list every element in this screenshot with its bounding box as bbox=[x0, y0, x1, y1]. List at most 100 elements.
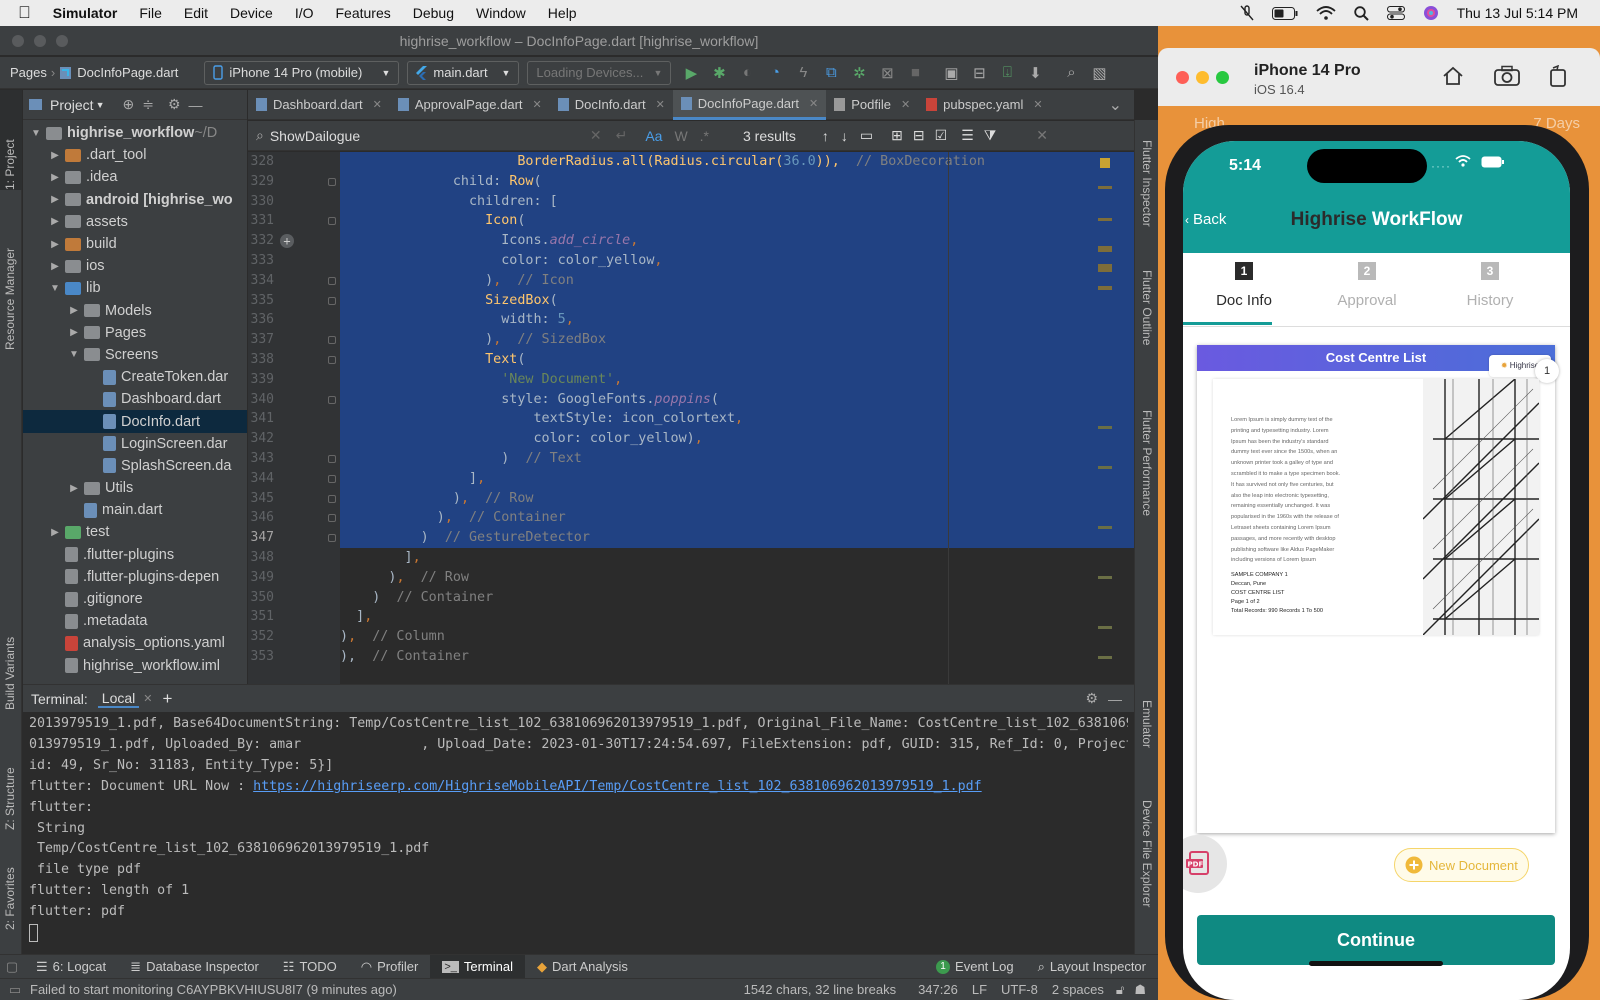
expanded-arrow-icon[interactable]: ▼ bbox=[29, 128, 43, 139]
clear-search-icon[interactable]: ✕ bbox=[590, 127, 602, 144]
run-config-selector[interactable]: main.dart ▼ bbox=[407, 60, 520, 85]
fold-marker-icon[interactable] bbox=[328, 217, 336, 226]
caret-position[interactable]: 347:26 bbox=[918, 982, 958, 997]
collapsed-arrow-icon[interactable]: ▶ bbox=[48, 172, 62, 183]
sync-gradle-icon[interactable]: ⊟ bbox=[967, 61, 991, 85]
hide-panel-icon[interactable]: — bbox=[189, 97, 203, 113]
project-tree-item[interactable]: ▶ Utils bbox=[23, 477, 247, 499]
simulator-minimize-button[interactable] bbox=[1196, 71, 1209, 84]
project-tree-item[interactable]: ▶ .dart_tool bbox=[23, 144, 247, 166]
pdf-button[interactable]: PDF bbox=[1183, 835, 1227, 893]
hot-restart-icon[interactable]: ⧉ bbox=[819, 61, 843, 85]
hide-panel-icon[interactable]: — bbox=[1108, 691, 1134, 707]
collapsed-arrow-icon[interactable]: ▶ bbox=[48, 194, 62, 205]
project-tree-item[interactable]: Dashboard.dart bbox=[23, 388, 247, 410]
project-tree-item[interactable]: ▼ lib bbox=[23, 277, 247, 299]
new-line-icon[interactable]: ↵ bbox=[616, 127, 628, 144]
home-indicator[interactable] bbox=[1309, 961, 1443, 966]
step-tab-history[interactable]: 3 History bbox=[1430, 262, 1550, 309]
menu-app-name[interactable]: Simulator bbox=[42, 5, 129, 21]
whole-words-toggle[interactable]: W bbox=[674, 128, 687, 144]
close-tab-icon[interactable]: ✕ bbox=[809, 97, 818, 110]
chevron-down-icon[interactable]: ▼ bbox=[96, 100, 105, 110]
gear-icon[interactable]: ⚙ bbox=[168, 96, 181, 113]
project-tree-item[interactable]: ▼ highrise_workflow ~/D bbox=[23, 122, 247, 144]
run-icon[interactable]: ▶ bbox=[679, 61, 703, 85]
select-all-occurrences-icon[interactable]: ☑ bbox=[935, 127, 948, 144]
expanded-arrow-icon[interactable]: ▼ bbox=[48, 283, 62, 294]
fold-marker-icon[interactable] bbox=[328, 514, 336, 523]
fold-marker-icon[interactable] bbox=[328, 296, 336, 305]
breadcrumb-pages[interactable]: Pages bbox=[0, 65, 47, 80]
menu-window[interactable]: Window bbox=[465, 5, 537, 21]
project-tree-item[interactable]: .gitignore bbox=[23, 588, 247, 610]
hot-reload-icon[interactable]: ϟ bbox=[791, 61, 815, 85]
terminal-tool-button[interactable]: >_ Terminal bbox=[430, 954, 525, 979]
logcat-tool-button[interactable]: ☰ 6: Logcat bbox=[24, 955, 118, 979]
flutter-outline-tool-button[interactable]: Flutter Outline bbox=[1140, 270, 1154, 345]
fold-marker-icon[interactable] bbox=[328, 177, 336, 186]
collapsed-arrow-icon[interactable]: ▶ bbox=[67, 305, 81, 316]
close-tab-icon[interactable]: ✕ bbox=[656, 98, 665, 111]
filter-icon[interactable]: ⧩ bbox=[984, 127, 997, 144]
maximize-window-button[interactable] bbox=[56, 35, 68, 47]
build-variants-tool-button[interactable]: Build Variants bbox=[3, 637, 17, 710]
editor-tab[interactable]: pubspec.yaml ✕ bbox=[918, 90, 1050, 120]
collapse-all-icon[interactable]: ≑ bbox=[142, 96, 154, 113]
pdf-preview[interactable]: Cost Centre List ✹ Highrise 1 Lorem Ipsu… bbox=[1197, 345, 1559, 833]
device-selector[interactable]: iPhone 14 Pro (mobile) ▼ bbox=[204, 60, 400, 85]
search-everywhere-icon[interactable]: ⌕ bbox=[1059, 61, 1083, 85]
project-tree-item[interactable]: ▶ Models bbox=[23, 300, 247, 322]
lock-icon[interactable]: 🔓︎ bbox=[1116, 982, 1124, 998]
device-file-explorer-tool-button[interactable]: Device File Explorer bbox=[1140, 800, 1154, 907]
collapsed-arrow-icon[interactable]: ▶ bbox=[48, 150, 62, 161]
wifi-icon[interactable] bbox=[1315, 6, 1336, 20]
project-tree-item[interactable]: ▶ Pages bbox=[23, 322, 247, 344]
event-log-tool-button[interactable]: 1 Event Log bbox=[924, 955, 1026, 979]
screenshot-icon[interactable] bbox=[1494, 65, 1520, 87]
project-tree-item[interactable]: ▶ android [highrise_wo bbox=[23, 189, 247, 211]
project-tree-item[interactable]: SplashScreen.da bbox=[23, 455, 247, 477]
new-terminal-icon[interactable]: + bbox=[162, 689, 172, 709]
fold-marker-icon[interactable] bbox=[328, 356, 336, 364]
project-tree-item[interactable]: main.dart bbox=[23, 499, 247, 521]
close-tab-icon[interactable]: ✕ bbox=[901, 98, 910, 111]
project-tree-item[interactable]: ▶ test bbox=[23, 521, 247, 543]
close-window-button[interactable] bbox=[12, 35, 24, 47]
debug-icon[interactable]: ✱ bbox=[707, 61, 731, 85]
simulator-close-button[interactable] bbox=[1176, 71, 1189, 84]
siri-icon[interactable] bbox=[1423, 5, 1439, 21]
project-tree-item[interactable]: .flutter-plugins-depen bbox=[23, 566, 247, 588]
editor-scrollbar-markers[interactable] bbox=[1098, 156, 1112, 680]
fold-marker-icon[interactable] bbox=[328, 474, 336, 483]
simulator-zoom-button[interactable] bbox=[1216, 71, 1229, 84]
line-separator[interactable]: LF bbox=[972, 982, 987, 997]
project-view-selector[interactable]: Project bbox=[50, 97, 94, 113]
structure-tool-button[interactable]: Z: Structure bbox=[3, 767, 17, 830]
fold-marker-icon[interactable] bbox=[328, 276, 336, 285]
todo-tool-button[interactable]: ☷ TODO bbox=[271, 955, 349, 979]
fold-marker-icon[interactable] bbox=[328, 455, 336, 463]
menu-edit[interactable]: Edit bbox=[173, 5, 219, 21]
profiler-tool-button[interactable]: ◠ Profiler bbox=[349, 955, 431, 979]
status-toggle-icon[interactable]: ▭ bbox=[0, 982, 30, 998]
flutter-attach-icon[interactable]: ⊠ bbox=[875, 61, 899, 85]
menubar-clock[interactable]: Thu 13 Jul 5:14 PM bbox=[1457, 5, 1578, 21]
new-document-button[interactable]: New Document bbox=[1394, 848, 1529, 882]
document-url-link[interactable]: https://highriseerp.com/HighriseMobileAP… bbox=[253, 779, 982, 794]
emulator-tool-button[interactable]: Emulator bbox=[1140, 700, 1154, 748]
menu-debug[interactable]: Debug bbox=[402, 5, 465, 21]
close-tab-icon[interactable]: ✕ bbox=[1033, 98, 1042, 111]
terminal-tab-local[interactable]: Local bbox=[97, 690, 140, 708]
menu-file[interactable]: File bbox=[128, 5, 173, 21]
project-tree-item[interactable]: LoginScreen.dar bbox=[23, 433, 247, 455]
search-icon[interactable]: ⌕ bbox=[248, 127, 270, 144]
indent-setting[interactable]: 2 spaces bbox=[1052, 982, 1104, 997]
locate-icon[interactable]: ⊕ bbox=[123, 96, 135, 113]
project-tool-button[interactable]: 1: Project bbox=[3, 139, 17, 190]
editor-tab[interactable]: Dashboard.dart ✕ bbox=[248, 90, 390, 120]
more-tabs-icon[interactable]: ⌄ bbox=[1109, 95, 1134, 115]
collapsed-arrow-icon[interactable]: ▶ bbox=[48, 527, 62, 538]
match-case-toggle[interactable]: Aa bbox=[645, 128, 662, 144]
fold-marker-icon[interactable] bbox=[328, 336, 336, 345]
